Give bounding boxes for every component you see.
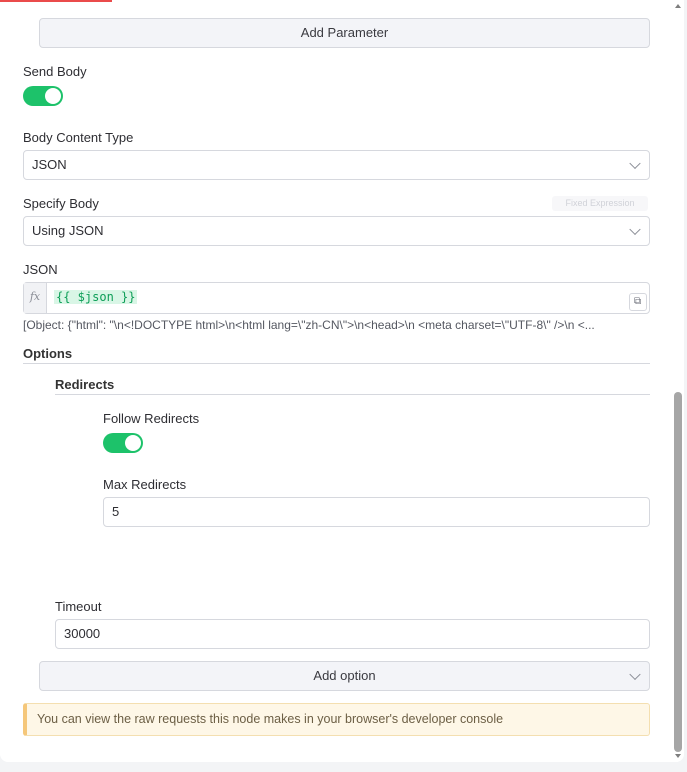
add-parameter-button[interactable]: Add Parameter	[39, 18, 650, 48]
json-expression-value: {{ $json }}	[54, 290, 138, 304]
json-expression-editor[interactable]: fx {{ $json }} ⧉	[23, 282, 650, 314]
add-option-button[interactable]: Add option	[39, 661, 650, 691]
send-body-label: Send Body	[23, 64, 87, 79]
developer-console-notice: You can view the raw requests this node …	[23, 703, 650, 736]
follow-redirects-toggle[interactable]	[103, 433, 143, 453]
body-content-type-select[interactable]: JSON	[23, 150, 650, 180]
scrollbar-thumb[interactable]	[674, 392, 682, 752]
expand-editor-button[interactable]: ⧉	[629, 293, 647, 311]
redirects-divider	[55, 394, 650, 395]
redirects-header: Redirects	[55, 377, 115, 392]
scroll-up-arrow-icon[interactable]	[675, 4, 681, 8]
notice-text: You can view the raw requests this node …	[37, 712, 504, 726]
json-label: JSON	[23, 262, 58, 277]
body-content-type-label: Body Content Type	[23, 130, 134, 145]
fixed-expression-toggle[interactable]: Fixed Expression	[552, 196, 648, 211]
chevron-down-icon	[629, 668, 641, 681]
specify-body-select[interactable]: Using JSON	[23, 216, 650, 246]
max-redirects-label: Max Redirects	[103, 477, 187, 492]
chevron-down-icon	[629, 157, 641, 170]
expand-icon: ⧉	[634, 296, 642, 307]
toggle-knob	[45, 88, 61, 104]
body-content-type-value: JSON	[32, 157, 67, 172]
node-parameters-panel: Add Parameter Send Body Body Content Typ…	[0, 0, 684, 762]
expression-result-preview: [Object: {"html": "\n<!DOCTYPE html>\n<h…	[23, 318, 595, 332]
max-redirects-value: 5	[112, 504, 120, 519]
scroll-down-arrow-icon[interactable]	[675, 754, 681, 758]
timeout-value: 30000	[64, 626, 101, 641]
follow-redirects-label: Follow Redirects	[103, 411, 200, 426]
add-parameter-label: Add Parameter	[300, 25, 389, 40]
add-option-label: Add option	[313, 668, 376, 683]
specify-body-value: Using JSON	[32, 223, 104, 238]
max-redirects-input[interactable]: 5	[103, 497, 650, 527]
toggle-knob	[125, 435, 141, 451]
chevron-down-icon	[629, 223, 641, 236]
timeout-input[interactable]: 30000	[55, 619, 650, 649]
options-header: Options	[23, 346, 73, 361]
options-divider	[23, 363, 650, 364]
fx-icon: fx	[24, 283, 47, 313]
send-body-toggle[interactable]	[23, 86, 63, 106]
tab-active-indicator	[0, 0, 112, 2]
timeout-label: Timeout	[55, 599, 102, 614]
specify-body-label: Specify Body	[23, 196, 99, 211]
